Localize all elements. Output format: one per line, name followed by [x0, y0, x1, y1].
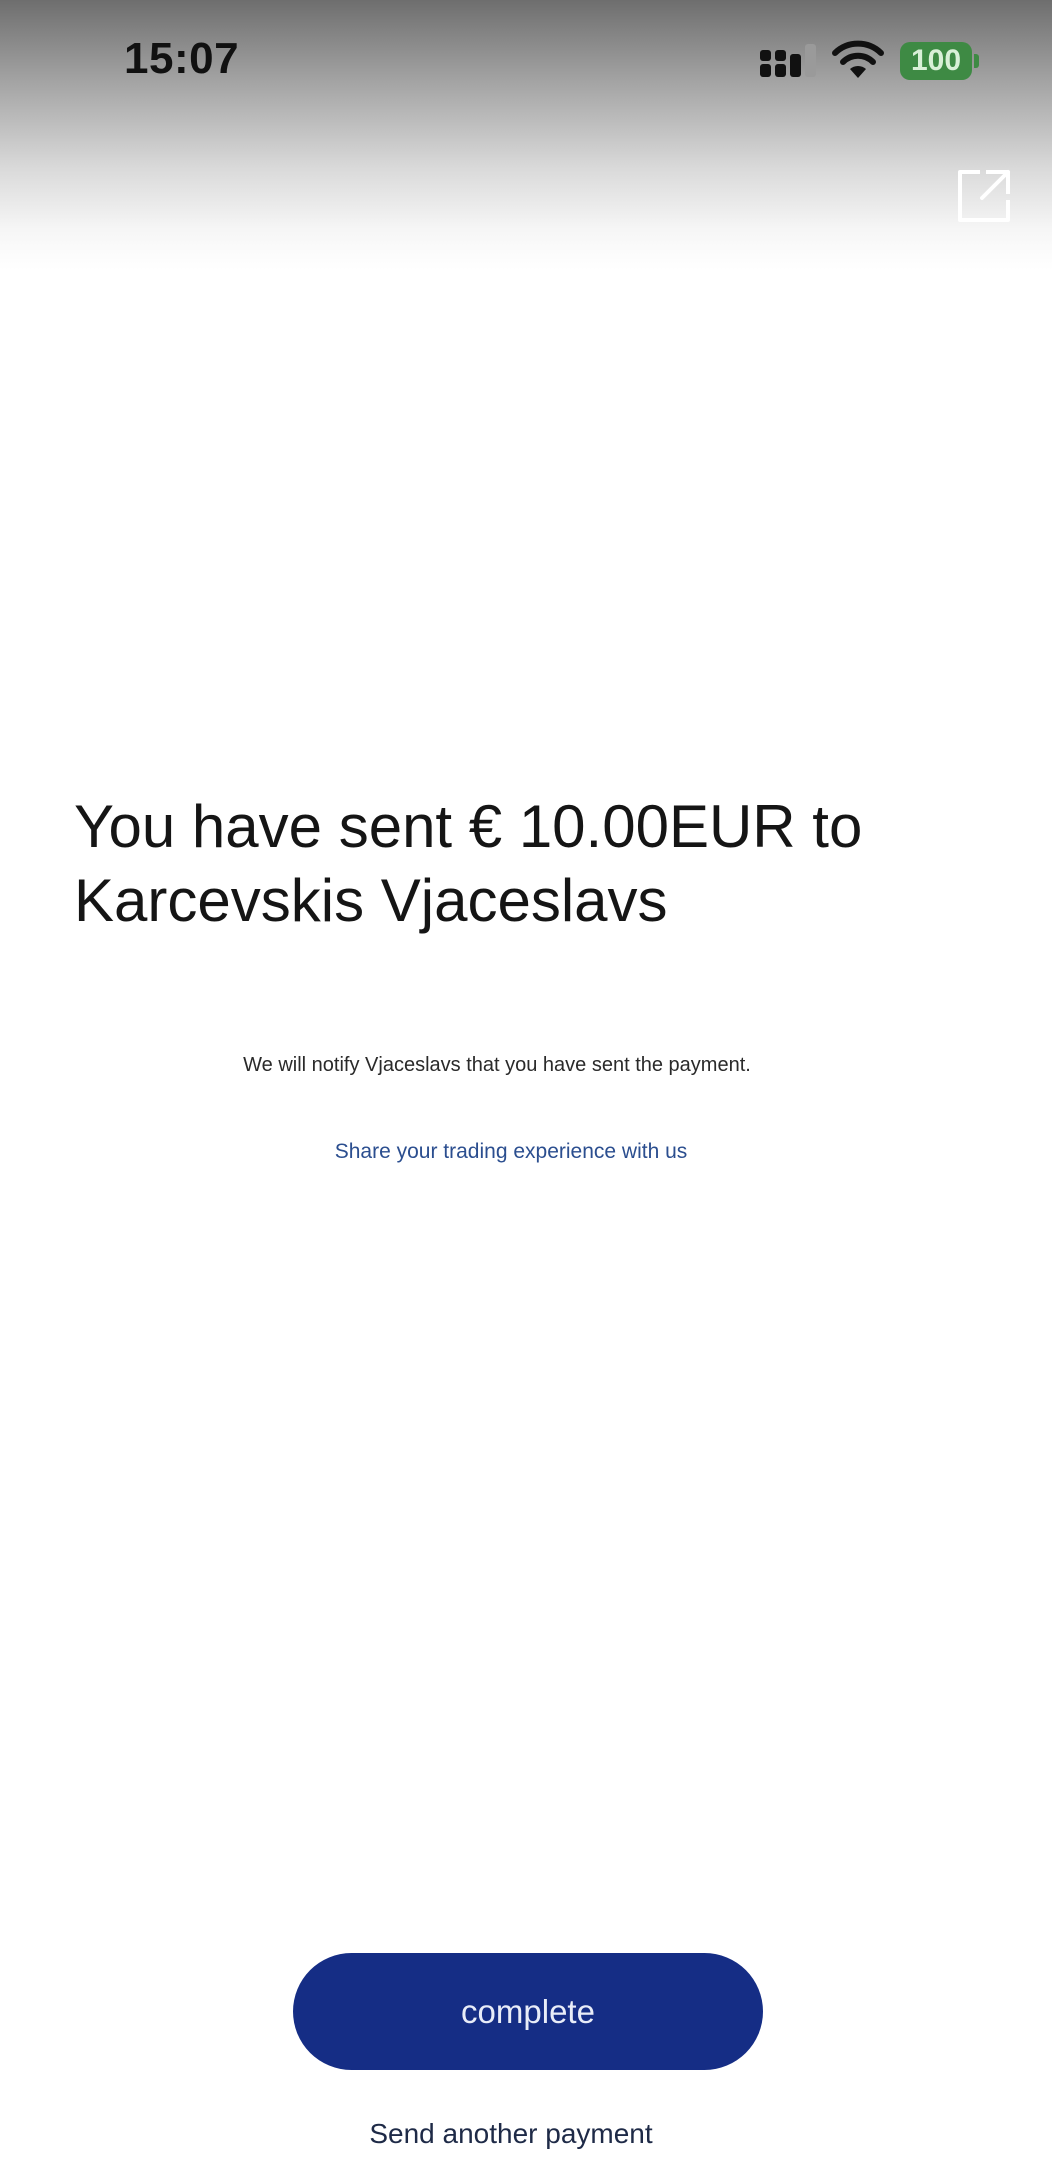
complete-button[interactable]: complete [293, 1953, 763, 2070]
external-share-icon[interactable] [956, 168, 1012, 224]
wifi-icon [832, 40, 884, 78]
battery-icon: 100 [900, 42, 980, 80]
battery-tip [974, 54, 979, 68]
cellular-signal-icon [760, 44, 816, 77]
send-another-payment-link[interactable]: Send another payment [0, 2118, 1022, 2150]
notification-message: We will notify Vjaceslavs that you have … [243, 1054, 751, 1076]
payment-sent-headline: You have sent € 10.00EUR to Karcevskis V… [74, 793, 863, 934]
battery-level: 100 [900, 42, 972, 80]
status-time: 15:07 [124, 34, 240, 83]
share-experience-link[interactable]: Share your trading experience with us [0, 1140, 1022, 1164]
